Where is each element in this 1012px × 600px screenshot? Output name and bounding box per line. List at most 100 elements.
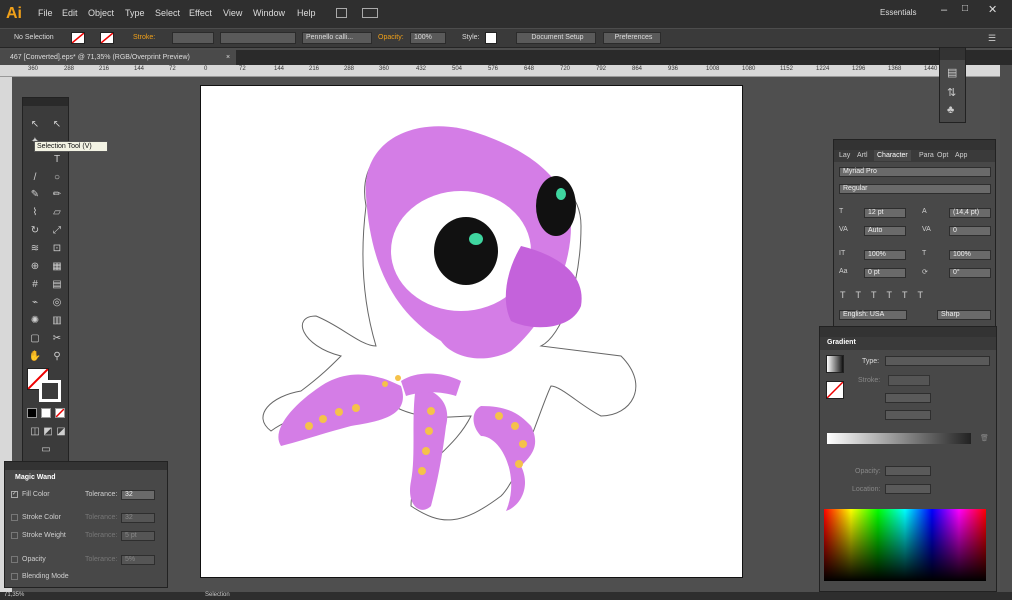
menu-file[interactable]: File bbox=[38, 8, 53, 18]
rotate-tool-icon[interactable]: ↻ bbox=[28, 224, 42, 238]
tab-close-icon[interactable]: × bbox=[226, 50, 230, 65]
arrange-documents-icon[interactable] bbox=[362, 8, 378, 18]
stroke-swatch-icon[interactable] bbox=[100, 32, 114, 44]
style-swatch[interactable] bbox=[485, 32, 497, 44]
mesh-tool-icon[interactable]: # bbox=[28, 278, 42, 292]
tab-opentype[interactable]: Opt bbox=[937, 152, 948, 159]
stroke-weight-field[interactable] bbox=[172, 32, 214, 44]
leading-field[interactable]: (14,4 pt) bbox=[949, 208, 991, 218]
gradient-panel-title[interactable]: Gradient bbox=[827, 339, 856, 346]
dock-header[interactable] bbox=[940, 48, 965, 60]
tab-artboards[interactable]: Artl bbox=[857, 152, 868, 159]
horizontal-scale-field[interactable]: 100% bbox=[949, 250, 991, 260]
menu-edit[interactable]: Edit bbox=[62, 8, 78, 18]
blending-mode-checkbox[interactable] bbox=[11, 573, 18, 580]
gradient-location-field[interactable] bbox=[885, 484, 931, 494]
menu-help[interactable]: Help bbox=[297, 8, 316, 18]
type-tool-icon[interactable]: T bbox=[50, 153, 64, 167]
status-mode[interactable]: Selection bbox=[205, 592, 230, 598]
minimize-icon[interactable]: – bbox=[941, 4, 947, 16]
width-tool-icon[interactable]: ≋ bbox=[28, 242, 42, 256]
draw-normal-icon[interactable]: ◫ bbox=[28, 425, 42, 439]
shape-builder-tool-icon[interactable]: ⊕ bbox=[28, 260, 42, 274]
bridge-icon[interactable] bbox=[336, 8, 347, 18]
asset-export-icon[interactable]: ⇅ bbox=[947, 86, 956, 99]
document-setup-button[interactable]: Document Setup bbox=[516, 32, 596, 44]
baseline-shift-field[interactable]: 0 pt bbox=[864, 268, 906, 278]
draw-inside-icon[interactable]: ◪ bbox=[54, 425, 68, 439]
font-size-field[interactable]: 12 pt bbox=[864, 208, 906, 218]
tab-layers[interactable]: Lay bbox=[839, 152, 850, 159]
fill-color-checkbox[interactable]: ✓ bbox=[11, 491, 18, 498]
pencil-tool-icon[interactable]: ✏ bbox=[50, 188, 64, 202]
free-transform-tool-icon[interactable]: ⊡ bbox=[50, 242, 64, 256]
kerning-field[interactable]: Auto bbox=[864, 226, 906, 236]
draw-behind-icon[interactable]: ◩ bbox=[41, 425, 55, 439]
workspace-switcher[interactable]: Essentials bbox=[880, 8, 916, 17]
menu-select[interactable]: Select bbox=[155, 8, 180, 18]
ellipse-tool-icon[interactable]: ○ bbox=[50, 171, 64, 185]
gradient-tool-icon[interactable]: ▤ bbox=[50, 278, 64, 292]
gradient-mode-button[interactable] bbox=[41, 408, 51, 418]
stroke-tolerance-field[interactable]: 32 bbox=[121, 513, 155, 523]
screen-mode-icon[interactable]: ▭ bbox=[39, 443, 53, 457]
gradient-angle-field[interactable] bbox=[885, 393, 931, 403]
opacity-checkbox[interactable] bbox=[11, 556, 18, 563]
zoom-tool-icon[interactable]: ⚲ bbox=[50, 350, 64, 364]
blend-tool-icon[interactable]: ◎ bbox=[50, 296, 64, 310]
tab-character[interactable]: Character bbox=[874, 150, 911, 161]
color-spectrum[interactable] bbox=[824, 509, 986, 581]
rotation-field[interactable]: 0° bbox=[949, 268, 991, 278]
zoom-level[interactable]: 71,35% bbox=[4, 592, 24, 598]
opacity-field[interactable]: 100% bbox=[410, 32, 446, 44]
selection-tool-icon[interactable]: ↖ bbox=[28, 118, 42, 132]
magic-wand-panel-header[interactable] bbox=[5, 462, 167, 470]
gradient-type-field[interactable] bbox=[885, 356, 990, 366]
opacity-tolerance-field[interactable]: 5% bbox=[121, 555, 155, 565]
anti-aliasing-field[interactable]: Sharp bbox=[937, 310, 991, 320]
document-tab[interactable]: 467 [Converted].eps* @ 71,35% (RGB/Overp… bbox=[0, 50, 236, 65]
close-icon[interactable]: ✕ bbox=[988, 3, 997, 16]
line-tool-icon[interactable]: / bbox=[28, 171, 42, 185]
tracking-field[interactable]: 0 bbox=[949, 226, 991, 236]
hand-tool-icon[interactable]: ✋ bbox=[28, 350, 42, 364]
gradient-aspect-field[interactable] bbox=[885, 410, 931, 420]
gradient-fill-stroke-icon[interactable] bbox=[826, 381, 844, 399]
perspective-grid-tool-icon[interactable]: ▦ bbox=[50, 260, 64, 274]
gradient-stroke-options[interactable] bbox=[888, 375, 930, 386]
symbols-icon[interactable]: ♣ bbox=[947, 104, 954, 116]
font-style-field[interactable]: Regular bbox=[839, 184, 991, 194]
artboard-tool-icon[interactable]: ▢ bbox=[28, 332, 42, 346]
tab-appearance[interactable]: App bbox=[955, 152, 967, 159]
preferences-button[interactable]: Preferences bbox=[603, 32, 661, 44]
stroke-color-box[interactable] bbox=[39, 380, 61, 402]
menu-effect[interactable]: Effect bbox=[189, 8, 212, 18]
language-field[interactable]: English: USA bbox=[839, 310, 907, 320]
symbol-sprayer-tool-icon[interactable]: ✺ bbox=[28, 314, 42, 328]
eyedropper-tool-icon[interactable]: ⌁ bbox=[28, 296, 42, 310]
column-graph-tool-icon[interactable]: ▥ bbox=[50, 314, 64, 328]
stroke-weight-checkbox[interactable] bbox=[11, 532, 18, 539]
panel-menu-icon[interactable]: ☰ bbox=[988, 33, 996, 44]
blob-brush-tool-icon[interactable]: ⌇ bbox=[28, 206, 42, 220]
tools-panel-header[interactable] bbox=[23, 98, 68, 106]
paintbrush-tool-icon[interactable]: ✎ bbox=[28, 188, 42, 202]
magic-wand-title[interactable]: Magic Wand bbox=[15, 474, 56, 481]
stroke-color-checkbox[interactable] bbox=[11, 514, 18, 521]
weight-tolerance-field[interactable]: 5 pt bbox=[121, 531, 155, 541]
octopus-artwork[interactable] bbox=[201, 86, 744, 579]
text-style-buttons[interactable]: TTTTTT bbox=[840, 290, 933, 300]
delete-stop-icon[interactable]: 🗑 bbox=[980, 434, 989, 442]
variable-width-profile[interactable] bbox=[220, 32, 296, 44]
scale-tool-icon[interactable]: ⤢ bbox=[50, 224, 64, 238]
menu-window[interactable]: Window bbox=[253, 8, 285, 18]
vertical-scale-field[interactable]: 100% bbox=[864, 250, 906, 260]
artboard[interactable] bbox=[200, 85, 743, 578]
slice-tool-icon[interactable]: ✂ bbox=[50, 332, 64, 346]
brush-definition[interactable]: Pennello calli... bbox=[302, 32, 372, 44]
color-mode-button[interactable] bbox=[27, 408, 37, 418]
font-family-field[interactable]: Myriad Pro bbox=[839, 167, 991, 177]
gradient-slider[interactable] bbox=[827, 433, 971, 444]
fill-tolerance-field[interactable]: 32 bbox=[121, 490, 155, 500]
tab-paragraph[interactable]: Para bbox=[919, 152, 934, 159]
